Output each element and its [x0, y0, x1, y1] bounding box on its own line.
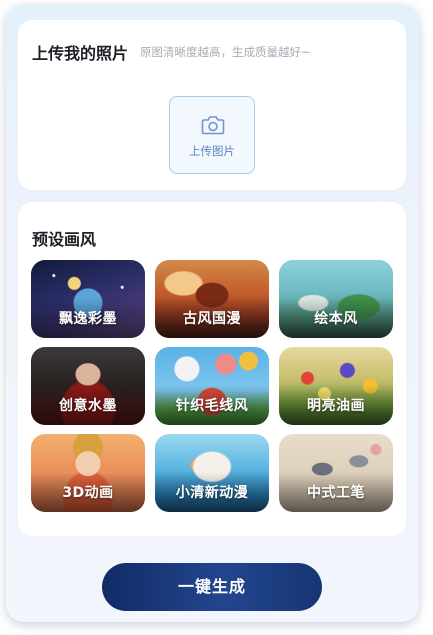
upload-card: 上传我的照片 原图清晰度越高，生成质量越好~ 上传图片 [18, 20, 406, 190]
style-label: 古风国漫 [183, 311, 241, 327]
style-tile-mingliang-youhua[interactable]: 明亮油画 [279, 347, 393, 425]
style-label: 创意水墨 [59, 398, 117, 414]
style-label: 绘本风 [314, 311, 358, 327]
style-tile-chuangyi-shuimo[interactable]: 创意水墨 [31, 347, 145, 425]
upload-hint: 原图清晰度越高，生成质量越好~ [140, 45, 311, 59]
style-label: 针织毛线风 [175, 398, 249, 414]
style-tile-piaoyi-caimo[interactable]: 飘逸彩墨 [31, 260, 145, 338]
generate-button[interactable]: 一键生成 [102, 563, 322, 611]
style-tile-zhenzhi-maoxian[interactable]: 针织毛线风 [155, 347, 269, 425]
style-label: 小清新动漫 [175, 485, 249, 501]
style-label: 明亮油画 [307, 398, 365, 414]
upload-title: 上传我的照片 [32, 44, 129, 63]
style-tile-zhongshi-gongbi[interactable]: 中式工笔 [279, 434, 393, 512]
camera-icon [201, 116, 225, 135]
preset-styles-card: 预设画风 飘逸彩墨 古风国漫 绘本风 创意水墨 针织毛线风 明亮油画 3D动画 … [18, 202, 406, 536]
style-tile-huiben-feng[interactable]: 绘本风 [279, 260, 393, 338]
app-screen: 上传我的照片 原图清晰度越高，生成质量越好~ 上传图片 预设画风 飘逸彩墨 古风… [6, 4, 419, 622]
style-tile-gufeng-guoman[interactable]: 古风国漫 [155, 260, 269, 338]
style-label: 3D动画 [62, 485, 114, 501]
style-label: 飘逸彩墨 [59, 311, 117, 327]
style-tile-3d-donghua[interactable]: 3D动画 [31, 434, 145, 512]
preset-styles-title: 预设画风 [32, 230, 97, 249]
style-tile-xiaoqingxin-dongman[interactable]: 小清新动漫 [155, 434, 269, 512]
style-label: 中式工笔 [307, 485, 365, 501]
upload-image-button[interactable]: 上传图片 [169, 96, 255, 174]
upload-image-label: 上传图片 [189, 144, 235, 158]
